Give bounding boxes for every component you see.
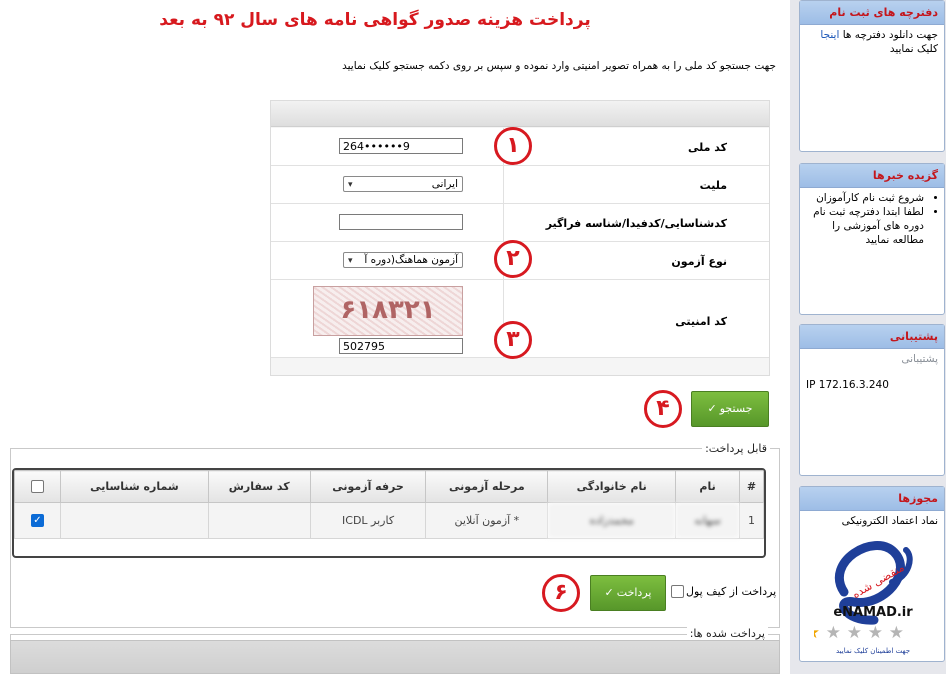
cell-index: 1 xyxy=(739,502,764,539)
svg-text:★: ★ xyxy=(847,623,862,643)
cell-order-code xyxy=(207,502,311,539)
nationality-label: ملیت xyxy=(699,179,727,192)
news-item[interactable]: لطفا ابتدا دفترچه ثبت نام دوره های آموزش… xyxy=(804,205,924,247)
support-box: پشتیبانی پشتیبانی IP 172.16.3.240 xyxy=(799,324,945,476)
security-label: کد امنیتی xyxy=(675,315,727,328)
row-tracking: کدشناسایی/کدفیدا/شناسه فراگیر xyxy=(271,204,769,242)
row-select-checkbox[interactable]: ✓ xyxy=(30,514,44,528)
guides-link[interactable]: اینجا xyxy=(820,29,839,41)
paid-table-header xyxy=(10,640,780,674)
search-button-label: جستجو xyxy=(719,402,753,415)
annotation-marker-2: ۲ xyxy=(494,240,532,278)
cell-select: ✓ xyxy=(14,502,61,539)
svg-text:★: ★ xyxy=(889,623,904,643)
col-stage: مرحله آزمونی xyxy=(425,470,549,503)
paid-legend: پرداخت شده ها: xyxy=(686,627,768,640)
select-all-checkbox[interactable] xyxy=(30,480,44,494)
national-code-input[interactable] xyxy=(339,138,463,154)
news-body: شروع ثبت نام کارآموزان لطفا ابتدا دفترچه… xyxy=(800,188,944,247)
annotation-marker-1: ۱ xyxy=(494,127,532,165)
cell-first-name: سهانه xyxy=(675,502,741,539)
cell-id-number xyxy=(59,502,209,539)
check-icon: ✓ xyxy=(604,586,614,599)
news-item[interactable]: شروع ثبت نام کارآموزان xyxy=(804,191,924,205)
annotation-marker-3: ۳ xyxy=(494,321,532,359)
search-button[interactable]: جستجو✓ xyxy=(691,391,769,427)
check-icon: ✓ xyxy=(707,402,717,415)
svg-text:★: ★ xyxy=(826,623,841,643)
guides-text-after: کلیک نمایید xyxy=(889,43,938,55)
nationality-select[interactable]: ایرانی ▾ xyxy=(343,176,463,192)
guides-title: دفترچه های ثبت نام xyxy=(800,1,944,25)
exam-type-label: نوع آزمون xyxy=(671,255,727,268)
col-select-all xyxy=(14,470,61,503)
col-first-name: نام xyxy=(675,470,741,503)
col-last-name: نام خانوادگی xyxy=(547,470,677,503)
wallet-checkbox[interactable] xyxy=(671,585,684,598)
chevron-down-icon: ▾ xyxy=(348,256,353,266)
ip-address: IP 172.16.3.240 xyxy=(806,379,889,391)
rating-stars-icon: ★ ★ ★ ★ ★ xyxy=(814,623,904,643)
svg-text:★: ★ xyxy=(814,623,820,643)
form-header xyxy=(271,101,769,127)
col-profession: حرفه آزمونی xyxy=(309,470,427,503)
tracking-label: کدشناسایی/کدفیدا/شناسه فراگیر xyxy=(545,217,727,230)
enamad-brand: eNAMAD.ir xyxy=(833,605,913,620)
col-order-code: کد سفارش xyxy=(207,470,311,503)
payable-legend: قابل پرداخت: xyxy=(702,442,770,455)
guides-text-before: جهت دانلود دفترچه ها xyxy=(842,29,938,41)
support-subtitle: پشتیبانی xyxy=(901,353,938,365)
nationality-value: ایرانی xyxy=(431,178,458,190)
cell-stage: * آزمون آنلاین xyxy=(425,502,549,539)
cell-profession: کاربر ICDL xyxy=(309,502,427,539)
support-body: پشتیبانی IP 172.16.3.240 xyxy=(800,349,944,392)
pay-button-label: پرداخت xyxy=(616,586,652,599)
licenses-title: مجوزها xyxy=(800,487,944,511)
enamad-footer: جهت اطمینان کلیک نمایید xyxy=(836,647,910,655)
exam-type-value: آزمون هماهنگ(دوره آ xyxy=(364,254,458,266)
guides-box: دفترچه های ثبت نام جهت دانلود دفترچه ها … xyxy=(799,0,945,152)
tracking-input[interactable] xyxy=(339,214,463,230)
annotation-marker-4: ۴ xyxy=(644,390,682,428)
security-code-input[interactable] xyxy=(339,338,463,354)
table-row: 1 سهانه محمدزاده * آزمون آنلاین کاربر IC… xyxy=(14,502,764,539)
col-id-number: شماره شناسایی xyxy=(59,470,209,503)
page-title: پرداخت هزینه صدور گواهی نامه های سال ۹۲ … xyxy=(159,10,591,30)
pay-button[interactable]: پرداخت✓ xyxy=(590,575,666,611)
news-title: گزیده خبرها xyxy=(800,164,944,188)
news-box: گزیده خبرها شروع ثبت نام کارآموزان لطفا … xyxy=(799,163,945,315)
chevron-down-icon: ▾ xyxy=(348,180,353,190)
support-title: پشتیبانی xyxy=(800,325,944,349)
enamad-logo-icon[interactable]: منقضی شده eNAMAD.ir ★ ★ ★ ★ ★ جهت اطمینا… xyxy=(814,522,932,658)
wallet-label: پرداخت از کیف پول xyxy=(686,585,777,598)
svg-text:★: ★ xyxy=(868,623,883,643)
cell-last-name: محمدزاده xyxy=(547,502,677,539)
col-index: # xyxy=(739,470,764,503)
exam-type-select[interactable]: آزمون هماهنگ(دوره آ ▾ xyxy=(343,252,463,268)
payable-table-wrap: # نام نام خانوادگی مرحله آزمونی حرفه آزم… xyxy=(12,468,766,558)
right-sidebar: دفترچه های ثبت نام جهت دانلود دفترچه ها … xyxy=(790,0,946,674)
row-nationality: ملیت ایرانی ▾ xyxy=(271,166,769,204)
guides-body: جهت دانلود دفترچه ها اینجا کلیک نمایید xyxy=(800,25,944,56)
captcha-image: ۶۱۸۳۲۱ xyxy=(313,286,463,336)
page-description: جهت جستجو کد ملی را به همراه تصویر امنیت… xyxy=(342,60,776,72)
national-code-label: کد ملی xyxy=(687,141,727,154)
payable-table: # نام نام خانوادگی مرحله آزمونی حرفه آزم… xyxy=(14,470,764,539)
